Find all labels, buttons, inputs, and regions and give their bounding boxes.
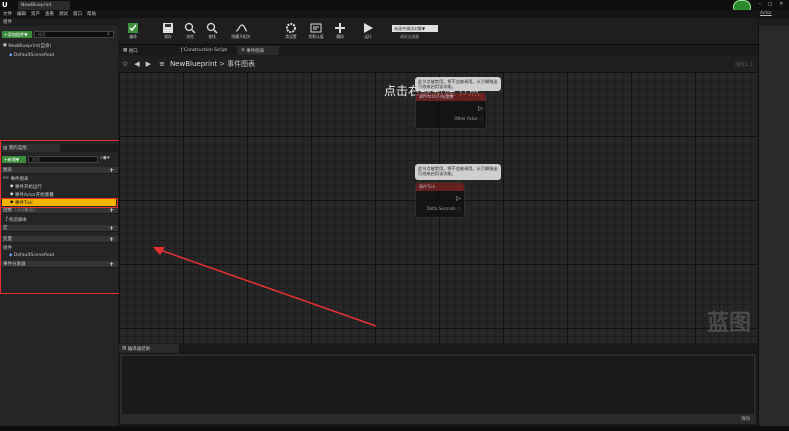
status-strip <box>0 426 789 431</box>
details-tab[interactable] <box>759 18 789 26</box>
details-panel <box>758 18 789 431</box>
compiler-results-panel: 清除 <box>119 353 757 425</box>
bottom-tabbar: ▤ 编译器结果 <box>119 344 757 353</box>
compiler-results-list <box>122 356 754 414</box>
compiler-results-tab[interactable]: ▤ 编译器结果 <box>119 344 179 353</box>
compiler-results-label: 编译器结果 <box>127 346 151 352</box>
clear-button[interactable]: 清除 <box>741 416 750 422</box>
